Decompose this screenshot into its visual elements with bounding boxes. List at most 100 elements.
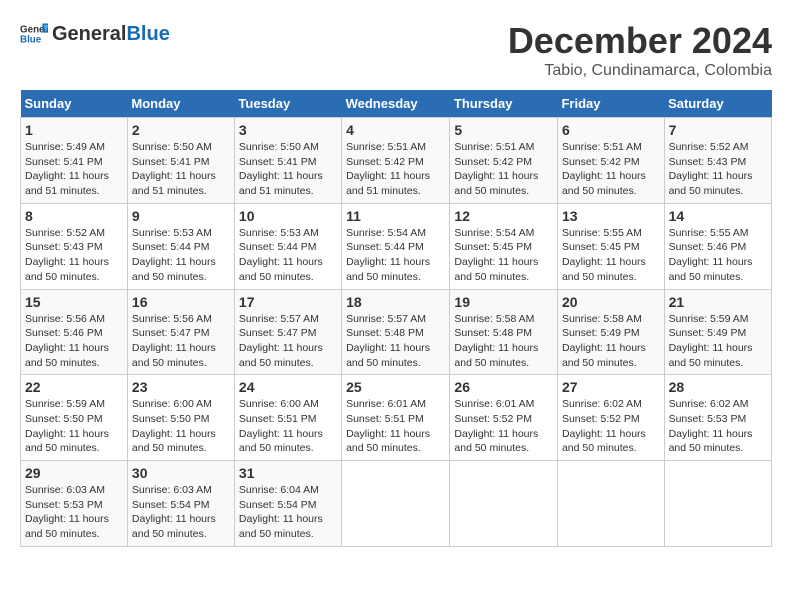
day-info: Sunrise: 6:01 AM Sunset: 5:52 PM Dayligh… xyxy=(454,397,553,456)
day-number: 30 xyxy=(132,465,230,481)
day-info: Sunrise: 5:49 AM Sunset: 5:41 PM Dayligh… xyxy=(25,140,123,199)
calendar-cell: 2 Sunrise: 5:50 AM Sunset: 5:41 PM Dayli… xyxy=(127,118,234,204)
calendar-cell: 22 Sunrise: 5:59 AM Sunset: 5:50 PM Dayl… xyxy=(21,375,128,461)
title-section: December 2024 Tabio, Cundinamarca, Colom… xyxy=(508,20,772,80)
day-number: 1 xyxy=(25,122,123,138)
day-info: Sunrise: 5:51 AM Sunset: 5:42 PM Dayligh… xyxy=(562,140,660,199)
day-info: Sunrise: 5:55 AM Sunset: 5:46 PM Dayligh… xyxy=(669,226,767,285)
day-number: 25 xyxy=(346,379,445,395)
day-info: Sunrise: 5:53 AM Sunset: 5:44 PM Dayligh… xyxy=(132,226,230,285)
calendar-week-2: 8 Sunrise: 5:52 AM Sunset: 5:43 PM Dayli… xyxy=(21,203,772,289)
day-number: 14 xyxy=(669,208,767,224)
day-info: Sunrise: 6:02 AM Sunset: 5:52 PM Dayligh… xyxy=(562,397,660,456)
day-info: Sunrise: 5:58 AM Sunset: 5:49 PM Dayligh… xyxy=(562,312,660,371)
calendar-week-4: 22 Sunrise: 5:59 AM Sunset: 5:50 PM Dayl… xyxy=(21,375,772,461)
day-info: Sunrise: 5:51 AM Sunset: 5:42 PM Dayligh… xyxy=(346,140,445,199)
calendar-cell: 28 Sunrise: 6:02 AM Sunset: 5:53 PM Dayl… xyxy=(664,375,771,461)
calendar-cell: 31 Sunrise: 6:04 AM Sunset: 5:54 PM Dayl… xyxy=(234,461,341,547)
calendar-cell: 1 Sunrise: 5:49 AM Sunset: 5:41 PM Dayli… xyxy=(21,118,128,204)
day-info: Sunrise: 5:54 AM Sunset: 5:45 PM Dayligh… xyxy=(454,226,553,285)
calendar-cell xyxy=(342,461,450,547)
day-number: 5 xyxy=(454,122,553,138)
day-number: 4 xyxy=(346,122,445,138)
day-number: 31 xyxy=(239,465,337,481)
day-number: 3 xyxy=(239,122,337,138)
calendar-cell: 4 Sunrise: 5:51 AM Sunset: 5:42 PM Dayli… xyxy=(342,118,450,204)
day-info: Sunrise: 5:50 AM Sunset: 5:41 PM Dayligh… xyxy=(239,140,337,199)
calendar-cell: 3 Sunrise: 5:50 AM Sunset: 5:41 PM Dayli… xyxy=(234,118,341,204)
day-number: 12 xyxy=(454,208,553,224)
day-number: 16 xyxy=(132,294,230,310)
calendar-cell: 6 Sunrise: 5:51 AM Sunset: 5:42 PM Dayli… xyxy=(557,118,664,204)
day-info: Sunrise: 6:01 AM Sunset: 5:51 PM Dayligh… xyxy=(346,397,445,456)
calendar-cell xyxy=(450,461,558,547)
header-day-friday: Friday xyxy=(557,90,664,118)
header-day-saturday: Saturday xyxy=(664,90,771,118)
day-number: 24 xyxy=(239,379,337,395)
header-day-sunday: Sunday xyxy=(21,90,128,118)
day-info: Sunrise: 6:02 AM Sunset: 5:53 PM Dayligh… xyxy=(669,397,767,456)
day-number: 18 xyxy=(346,294,445,310)
calendar-cell: 15 Sunrise: 5:56 AM Sunset: 5:46 PM Dayl… xyxy=(21,289,128,375)
calendar-cell: 12 Sunrise: 5:54 AM Sunset: 5:45 PM Dayl… xyxy=(450,203,558,289)
calendar-cell: 26 Sunrise: 6:01 AM Sunset: 5:52 PM Dayl… xyxy=(450,375,558,461)
day-info: Sunrise: 5:57 AM Sunset: 5:48 PM Dayligh… xyxy=(346,312,445,371)
day-number: 20 xyxy=(562,294,660,310)
svg-text:Blue: Blue xyxy=(20,34,42,45)
calendar-cell: 13 Sunrise: 5:55 AM Sunset: 5:45 PM Dayl… xyxy=(557,203,664,289)
day-info: Sunrise: 5:52 AM Sunset: 5:43 PM Dayligh… xyxy=(669,140,767,199)
day-info: Sunrise: 6:04 AM Sunset: 5:54 PM Dayligh… xyxy=(239,483,337,542)
calendar-cell: 29 Sunrise: 6:03 AM Sunset: 5:53 PM Dayl… xyxy=(21,461,128,547)
calendar-cell: 30 Sunrise: 6:03 AM Sunset: 5:54 PM Dayl… xyxy=(127,461,234,547)
logo-icon: General Blue xyxy=(20,20,48,48)
calendar-cell: 5 Sunrise: 5:51 AM Sunset: 5:42 PM Dayli… xyxy=(450,118,558,204)
day-number: 2 xyxy=(132,122,230,138)
day-number: 11 xyxy=(346,208,445,224)
calendar-week-3: 15 Sunrise: 5:56 AM Sunset: 5:46 PM Dayl… xyxy=(21,289,772,375)
day-number: 8 xyxy=(25,208,123,224)
day-number: 10 xyxy=(239,208,337,224)
day-info: Sunrise: 5:55 AM Sunset: 5:45 PM Dayligh… xyxy=(562,226,660,285)
day-info: Sunrise: 5:52 AM Sunset: 5:43 PM Dayligh… xyxy=(25,226,123,285)
calendar-cell: 7 Sunrise: 5:52 AM Sunset: 5:43 PM Dayli… xyxy=(664,118,771,204)
calendar-cell: 9 Sunrise: 5:53 AM Sunset: 5:44 PM Dayli… xyxy=(127,203,234,289)
day-number: 28 xyxy=(669,379,767,395)
day-number: 15 xyxy=(25,294,123,310)
day-number: 26 xyxy=(454,379,553,395)
calendar-cell: 21 Sunrise: 5:59 AM Sunset: 5:49 PM Dayl… xyxy=(664,289,771,375)
calendar-header-row: SundayMondayTuesdayWednesdayThursdayFrid… xyxy=(21,90,772,118)
day-info: Sunrise: 5:56 AM Sunset: 5:47 PM Dayligh… xyxy=(132,312,230,371)
subtitle: Tabio, Cundinamarca, Colombia xyxy=(508,62,772,80)
day-info: Sunrise: 5:59 AM Sunset: 5:49 PM Dayligh… xyxy=(669,312,767,371)
day-info: Sunrise: 6:03 AM Sunset: 5:54 PM Dayligh… xyxy=(132,483,230,542)
day-number: 6 xyxy=(562,122,660,138)
calendar-cell: 8 Sunrise: 5:52 AM Sunset: 5:43 PM Dayli… xyxy=(21,203,128,289)
day-info: Sunrise: 5:57 AM Sunset: 5:47 PM Dayligh… xyxy=(239,312,337,371)
calendar-cell: 10 Sunrise: 5:53 AM Sunset: 5:44 PM Dayl… xyxy=(234,203,341,289)
header-day-wednesday: Wednesday xyxy=(342,90,450,118)
calendar-cell xyxy=(664,461,771,547)
calendar-table: SundayMondayTuesdayWednesdayThursdayFrid… xyxy=(20,90,772,547)
day-info: Sunrise: 5:54 AM Sunset: 5:44 PM Dayligh… xyxy=(346,226,445,285)
calendar-cell: 16 Sunrise: 5:56 AM Sunset: 5:47 PM Dayl… xyxy=(127,289,234,375)
day-number: 19 xyxy=(454,294,553,310)
day-number: 13 xyxy=(562,208,660,224)
header-day-tuesday: Tuesday xyxy=(234,90,341,118)
day-info: Sunrise: 6:03 AM Sunset: 5:53 PM Dayligh… xyxy=(25,483,123,542)
main-title: December 2024 xyxy=(508,20,772,62)
calendar-cell: 17 Sunrise: 5:57 AM Sunset: 5:47 PM Dayl… xyxy=(234,289,341,375)
calendar-cell: 19 Sunrise: 5:58 AM Sunset: 5:48 PM Dayl… xyxy=(450,289,558,375)
day-info: Sunrise: 6:00 AM Sunset: 5:51 PM Dayligh… xyxy=(239,397,337,456)
calendar-week-5: 29 Sunrise: 6:03 AM Sunset: 5:53 PM Dayl… xyxy=(21,461,772,547)
day-info: Sunrise: 6:00 AM Sunset: 5:50 PM Dayligh… xyxy=(132,397,230,456)
day-number: 23 xyxy=(132,379,230,395)
day-info: Sunrise: 5:58 AM Sunset: 5:48 PM Dayligh… xyxy=(454,312,553,371)
calendar-cell: 14 Sunrise: 5:55 AM Sunset: 5:46 PM Dayl… xyxy=(664,203,771,289)
day-number: 22 xyxy=(25,379,123,395)
calendar-cell: 11 Sunrise: 5:54 AM Sunset: 5:44 PM Dayl… xyxy=(342,203,450,289)
calendar-cell: 20 Sunrise: 5:58 AM Sunset: 5:49 PM Dayl… xyxy=(557,289,664,375)
logo: General Blue GeneralBlue xyxy=(20,20,170,48)
day-number: 17 xyxy=(239,294,337,310)
day-number: 9 xyxy=(132,208,230,224)
calendar-cell: 18 Sunrise: 5:57 AM Sunset: 5:48 PM Dayl… xyxy=(342,289,450,375)
